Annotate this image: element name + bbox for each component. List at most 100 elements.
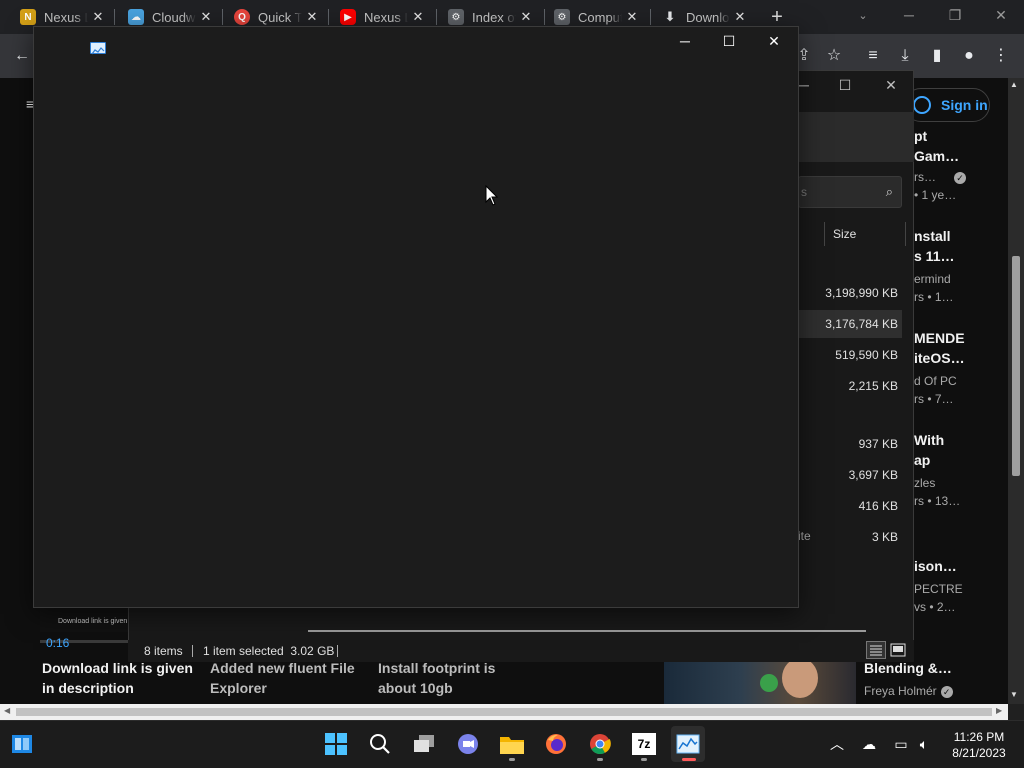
back-icon[interactable]: ← xyxy=(10,44,34,68)
search-icon: ⌕ xyxy=(885,184,893,199)
search-icon[interactable] xyxy=(363,726,397,762)
network-icon[interactable]: ▭ xyxy=(892,735,910,753)
scrollbar-thumb[interactable] xyxy=(16,708,992,716)
explorer-close-icon[interactable]: ✕ xyxy=(881,76,901,94)
sidebar-video-title[interactable]: pt Gam… xyxy=(914,126,959,166)
close-icon[interactable]: ✕ xyxy=(304,9,320,25)
media-queue-icon[interactable]: ≡ xyxy=(861,44,885,68)
running-indicator xyxy=(641,758,647,761)
sidebar-video-meta: PECTRE vs • 2… xyxy=(914,580,963,616)
sign-in-button[interactable]: Sign in xyxy=(904,88,990,122)
chat-icon[interactable] xyxy=(451,726,485,762)
scroll-left-icon[interactable]: ◀ xyxy=(4,706,10,715)
app-window-blank xyxy=(33,26,799,608)
tab-search-icon[interactable]: ⌄ xyxy=(854,7,872,25)
downloads-icon[interactable]: ⤓ xyxy=(893,44,917,68)
view-info: rs • 13… xyxy=(914,494,961,508)
verified-icon: ✓ xyxy=(940,685,953,698)
onedrive-icon[interactable]: ☁ xyxy=(860,735,878,753)
profile-icon[interactable]: ● xyxy=(957,44,981,68)
status-divider xyxy=(192,645,193,657)
tab-title: Quick Ti xyxy=(258,9,302,25)
chrome-icon[interactable] xyxy=(583,726,617,762)
explorer-search-input[interactable]: s ⌕ xyxy=(798,176,902,208)
vertical-scrollbar[interactable] xyxy=(1008,78,1024,704)
7zip-icon[interactable]: 7z xyxy=(627,726,661,762)
title-line: s 11… xyxy=(914,248,955,264)
clock[interactable]: 11:26 PM 8/21/2023 xyxy=(944,729,1014,761)
browser-menu-icon[interactable]: ⋮ xyxy=(989,44,1013,68)
close-icon[interactable]: ✕ xyxy=(624,9,640,25)
resource-monitor-app-icon xyxy=(90,42,106,55)
window-minimize-icon[interactable]: ─ xyxy=(672,32,698,50)
channel-name: Freya Holmér xyxy=(864,684,937,698)
title-line: pt xyxy=(914,128,928,144)
scrollbar-thumb[interactable] xyxy=(1012,256,1020,476)
close-icon[interactable]: ✕ xyxy=(90,9,106,25)
sidebar-video-meta: ermind rs • 1… xyxy=(914,270,954,306)
file-size: 3,198,990 KB xyxy=(825,286,898,300)
selection-info: 1 item selected 3.02 GB xyxy=(203,644,335,658)
side-panel-icon[interactable]: ▮ xyxy=(925,44,949,68)
view-info: vs • 2… xyxy=(914,600,956,614)
widgets-button[interactable] xyxy=(5,726,39,762)
status-divider xyxy=(337,645,338,657)
sidebar-video-title[interactable]: nstall s 11… xyxy=(914,226,954,266)
active-app-indicator xyxy=(682,758,696,761)
title-line: ison… xyxy=(914,558,957,574)
browser-minimize-icon[interactable]: ─ xyxy=(886,0,932,30)
sidebar-video-title[interactable]: ison… xyxy=(914,556,957,576)
tab-title: Nexus L xyxy=(44,9,88,25)
horizontal-scrollbar[interactable] xyxy=(0,704,1008,720)
running-indicator xyxy=(597,758,603,761)
time-label: 11:26 PM xyxy=(953,730,1005,744)
size-column-header[interactable]: Size xyxy=(824,222,906,246)
file-size: 937 KB xyxy=(858,437,898,451)
file-explorer-icon[interactable] xyxy=(495,726,529,762)
close-icon[interactable]: ✕ xyxy=(732,9,748,25)
close-icon[interactable]: ✕ xyxy=(518,9,534,25)
tab-title: Cloudw xyxy=(152,9,196,25)
7zip-label: 7z xyxy=(632,733,656,755)
start-icon[interactable] xyxy=(319,726,353,762)
scroll-right-icon[interactable]: ▶ xyxy=(996,706,1002,715)
explorer-horizontal-scrollbar[interactable] xyxy=(308,630,866,632)
title-line: iteOS… xyxy=(914,350,965,366)
browser-close-icon[interactable]: ✕ xyxy=(978,0,1024,30)
close-icon[interactable]: ✕ xyxy=(410,9,426,25)
sidebar-video-title[interactable]: MENDE iteOS… xyxy=(914,328,965,368)
explorer-command-bar xyxy=(798,112,914,162)
computer-icon: ⚙ xyxy=(554,9,570,25)
task-view-icon[interactable] xyxy=(407,726,441,762)
youtube-icon: ▶ xyxy=(340,9,356,25)
caption-line: about 10gb xyxy=(378,680,453,696)
show-hidden-icons-icon[interactable]: ︿ xyxy=(828,735,846,753)
bookmark-star-icon[interactable]: ☆ xyxy=(822,44,846,68)
video-caption: Install footprint is about 10gb xyxy=(378,658,495,698)
browser-restore-icon[interactable]: ❐ xyxy=(932,0,978,30)
file-size: 3 KB xyxy=(871,530,898,544)
sidebar-video-meta: zles rs • 13… xyxy=(914,474,960,510)
tab-title: Nexus L xyxy=(364,9,408,25)
mini-video-thumbnail[interactable]: Download link is given in xyxy=(40,608,130,632)
sidebar-video-title[interactable]: With ap xyxy=(914,430,944,470)
firefox-icon[interactable] xyxy=(539,726,573,762)
close-icon[interactable]: ✕ xyxy=(198,9,214,25)
mouse-cursor-icon xyxy=(485,185,499,206)
explorer-status-bar: 8 items 1 item selected 3.02 GB xyxy=(128,640,914,662)
scroll-up-icon[interactable]: ▲ xyxy=(1010,80,1018,89)
volume-icon[interactable]: 🔈︎ xyxy=(915,735,933,753)
preview-view-icon[interactable] xyxy=(889,641,907,659)
window-maximize-icon[interactable]: ☐ xyxy=(716,32,742,50)
channel-name: rs… xyxy=(914,170,936,184)
tab-title: Comput xyxy=(578,9,622,25)
thumbnail-apple xyxy=(760,674,778,692)
file-size: 3,697 KB xyxy=(848,468,898,482)
details-view-icon[interactable] xyxy=(866,641,886,659)
video-time: 0:16 xyxy=(46,636,70,650)
window-close-icon[interactable]: ✕ xyxy=(761,32,787,50)
explorer-maximize-icon[interactable]: ☐ xyxy=(835,76,855,94)
resource-monitor-icon[interactable] xyxy=(671,726,705,762)
account-icon xyxy=(913,96,931,114)
scroll-down-icon[interactable]: ▼ xyxy=(1010,690,1018,699)
